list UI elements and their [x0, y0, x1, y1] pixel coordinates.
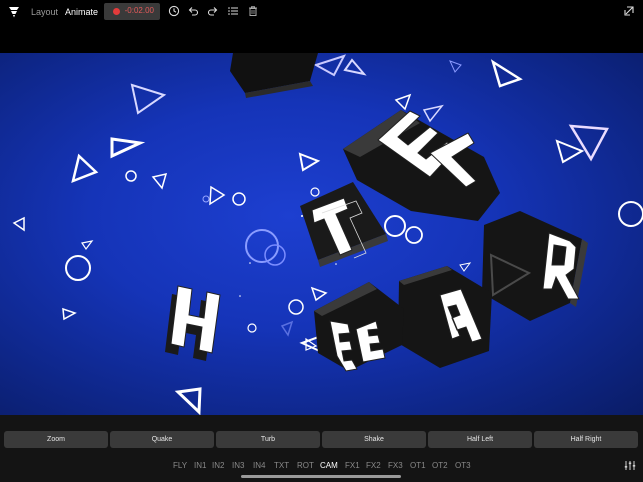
export-icon[interactable]	[623, 5, 635, 17]
preset-bar: Zoom Quake Turb Shake Half Left Half Rig…	[0, 415, 643, 457]
preset-half-right-button[interactable]: Half Right	[534, 431, 638, 448]
tab-layout[interactable]: Layout	[31, 5, 58, 19]
preset-turb-button[interactable]: Turb	[216, 431, 320, 448]
letter-h	[165, 285, 221, 361]
letter-e-cube-right	[398, 266, 492, 368]
undo-icon[interactable]	[187, 5, 199, 17]
scene	[12, 53, 643, 415]
mixer-settings-icon[interactable]	[624, 460, 636, 471]
track-tab-fx1[interactable]: FX1	[345, 461, 360, 470]
track-tabs: FLY IN1 IN2 IN3 IN4 TXT ROT CAM FX1 FX2 …	[0, 457, 643, 482]
track-tab-in1[interactable]: IN1	[194, 461, 206, 470]
list-icon[interactable]	[227, 5, 239, 17]
top-toolbar: Layout Animate -0:02.00	[0, 0, 643, 53]
preset-shake-button[interactable]: Shake	[322, 431, 426, 448]
home-indicator	[241, 475, 401, 478]
track-tab-ot2[interactable]: OT2	[432, 461, 448, 470]
preview-canvas[interactable]	[0, 53, 643, 415]
track-tab-in2[interactable]: IN2	[212, 461, 224, 470]
track-tab-fx3[interactable]: FX3	[388, 461, 403, 470]
tab-animate[interactable]: Animate	[65, 5, 98, 19]
cube-top	[230, 53, 318, 98]
app-logo-icon[interactable]	[8, 5, 20, 19]
track-tab-cam[interactable]: CAM	[320, 461, 338, 470]
record-button[interactable]: -0:02.00	[104, 3, 160, 20]
letter-t-cube	[300, 182, 388, 267]
preset-half-left-button[interactable]: Half Left	[428, 431, 532, 448]
preset-zoom-button[interactable]: Zoom	[4, 431, 108, 448]
track-tab-rot[interactable]: ROT	[297, 461, 314, 470]
record-time: -0:02.00	[124, 6, 154, 15]
redo-icon[interactable]	[207, 5, 219, 17]
record-dot-icon	[113, 8, 120, 15]
preset-quake-button[interactable]: Quake	[110, 431, 214, 448]
trash-icon[interactable]	[247, 5, 259, 17]
track-tab-ot3[interactable]: OT3	[455, 461, 471, 470]
track-tab-ot1[interactable]: OT1	[410, 461, 426, 470]
clock-icon[interactable]	[168, 5, 180, 17]
letter-e-cube-left	[314, 282, 404, 372]
track-tab-in3[interactable]: IN3	[232, 461, 244, 470]
track-tab-txt[interactable]: TXT	[274, 461, 289, 470]
track-tab-fx2[interactable]: FX2	[366, 461, 381, 470]
track-tab-in4[interactable]: IN4	[253, 461, 265, 470]
letter-r-cube	[482, 211, 588, 321]
track-tab-fly[interactable]: FLY	[173, 461, 187, 470]
